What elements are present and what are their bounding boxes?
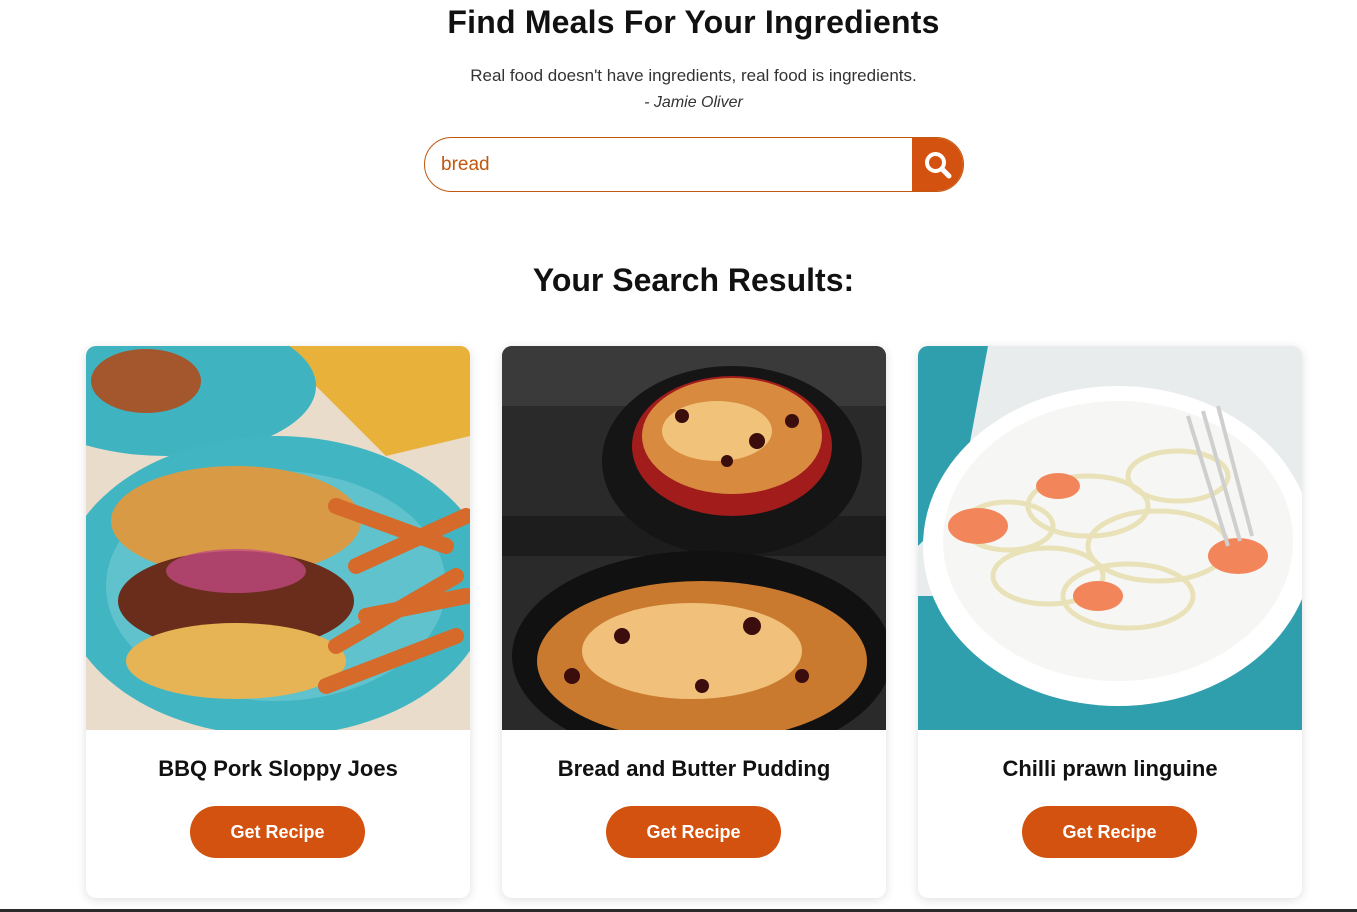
get-recipe-button[interactable]: Get Recipe [190,806,365,858]
recipe-image [918,346,1302,730]
recipe-title: Chilli prawn linguine [1002,756,1218,781]
results-title: Your Search Results: [532,262,855,298]
get-recipe-button[interactable]: Get Recipe [606,806,781,858]
recipe-card: BBQ Pork Sloppy Joes Get Recipe [86,346,470,898]
search-button[interactable] [912,138,963,191]
page: Find Meals For Your Ingredients Real foo… [0,0,1357,912]
recipe-title: Bread and Butter Pudding [557,756,831,781]
get-recipe-button[interactable]: Get Recipe [1022,806,1197,858]
page-title: Find Meals For Your Ingredients [447,4,940,40]
quote-author: - Jamie Oliver [644,94,743,111]
recipe-image [502,346,886,730]
search-bar [424,137,964,192]
recipe-image [86,346,470,730]
search-input[interactable] [425,138,912,191]
recipe-card: Bread and Butter Pudding Get Recipe [502,346,886,898]
recipe-card: Chilli prawn linguine Get Recipe [918,346,1302,898]
quote-text: Real food doesn't have ingredients, real… [470,66,917,85]
recipe-title: BBQ Pork Sloppy Joes [158,756,398,781]
search-icon [924,151,951,178]
